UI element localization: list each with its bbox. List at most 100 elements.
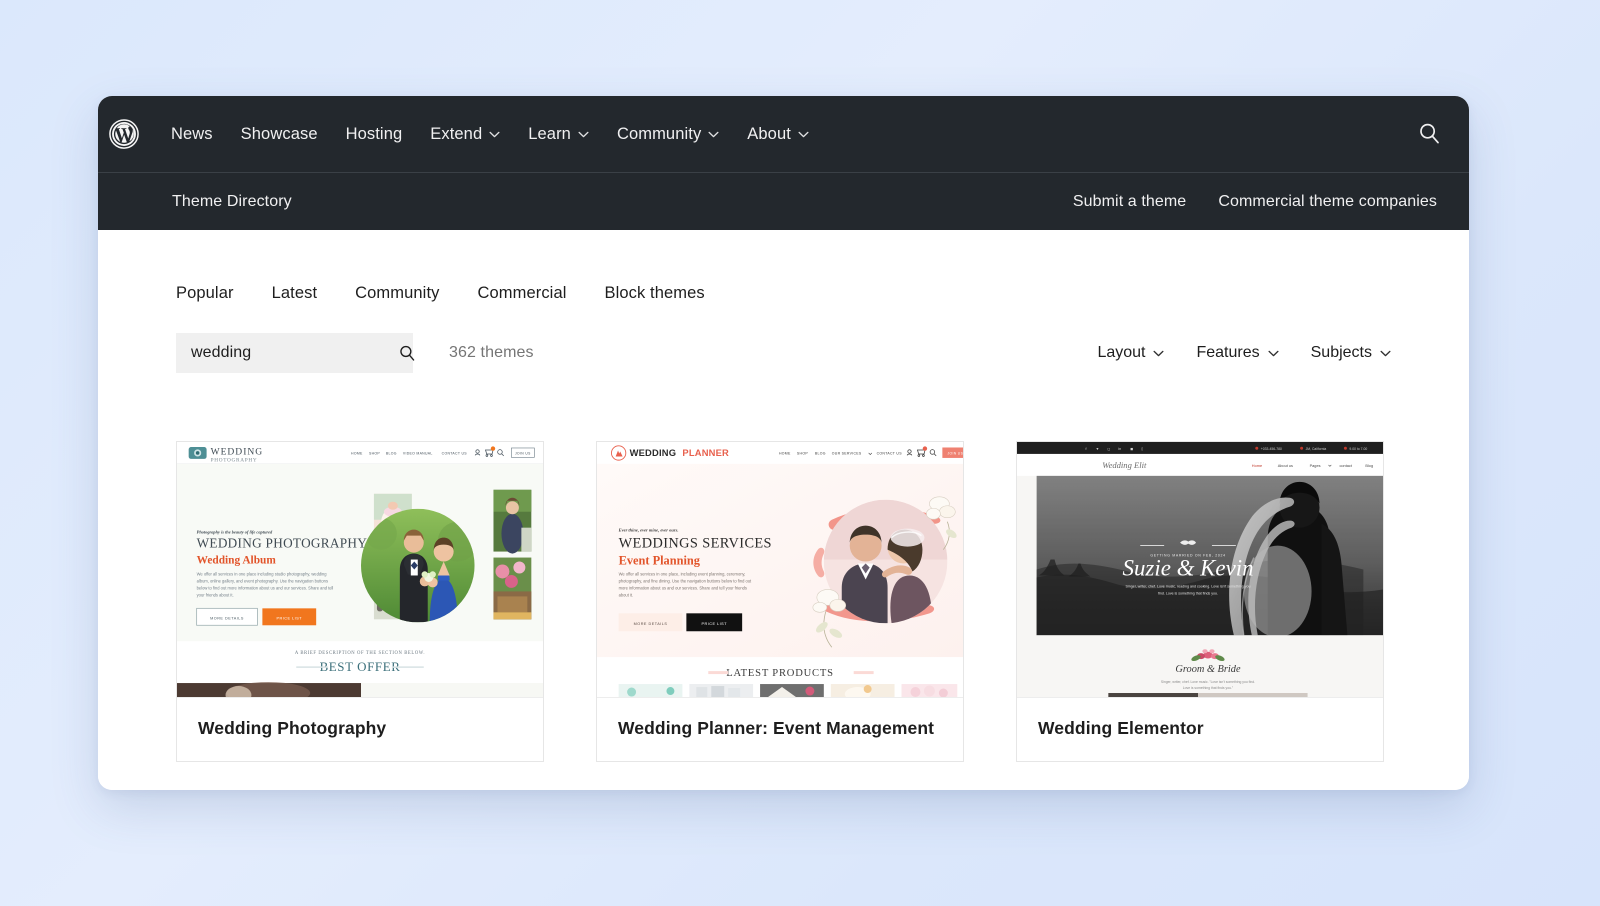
wordpress-logo-icon[interactable]: [109, 119, 139, 149]
nav-item-hosting[interactable]: Hosting: [332, 117, 417, 152]
svg-text:SHOP: SHOP: [369, 452, 380, 456]
svg-text:contact: contact: [1339, 463, 1352, 468]
nav-item-label: Learn: [528, 124, 571, 143]
svg-text:PRICE LIST: PRICE LIST: [277, 616, 303, 620]
chevron-down-icon: [1153, 350, 1165, 356]
theme-screenshot-wedding-planner: WEDDING PLANNER HOME SHOP BLOG OUR SERVI…: [597, 442, 963, 697]
filter-features[interactable]: Features: [1180, 338, 1294, 368]
svg-text:About us: About us: [1278, 463, 1293, 468]
svg-text:JOIN US: JOIN US: [515, 451, 531, 455]
nav-item-label: Showcase: [240, 124, 318, 143]
svg-text:your friends about it.: your friends about it.: [197, 592, 234, 597]
nav-item-about[interactable]: About: [733, 117, 823, 152]
theme-grid: WEDDING PHOTOGRAPHY HOME SHOP BLOG VIDEO…: [176, 441, 1391, 762]
svg-text:◻: ◻: [1107, 447, 1110, 451]
nav-item-showcase[interactable]: Showcase: [227, 117, 332, 152]
search-input[interactable]: [191, 344, 398, 362]
theme-card[interactable]: WEDDING PHOTOGRAPHY HOME SHOP BLOG VIDEO…: [176, 441, 544, 762]
global-nav-list: News Showcase Hosting Extend Learn Commu…: [157, 117, 1417, 152]
svg-text:Wedding Album: Wedding Album: [197, 555, 277, 567]
search-icon[interactable]: [1417, 121, 1443, 147]
svg-text:◼: ◼: [1130, 447, 1133, 451]
svg-text:BLOG: BLOG: [815, 452, 826, 456]
svg-text:MORE DETAILS: MORE DETAILS: [634, 622, 668, 626]
nav-item-label: Extend: [430, 124, 483, 143]
nav-item-label: Hosting: [345, 124, 403, 143]
theme-filter-tabs: Popular Latest Community Commercial Bloc…: [176, 230, 1391, 309]
theme-count-label: 362 themes: [449, 344, 534, 361]
tab-latest[interactable]: Latest: [253, 278, 337, 309]
svg-text:Photography is the beauty of l: Photography is the beauty of life captur…: [197, 530, 273, 535]
directory-title[interactable]: Theme Directory: [172, 193, 292, 211]
svg-text:A BRIEF DESCRIPTION OF THE SEC: A BRIEF DESCRIPTION OF THE SECTION BELOW…: [295, 651, 425, 656]
chevron-down-icon: [1268, 350, 1279, 356]
svg-text:Suzie & Kevin: Suzie & Kevin: [1123, 555, 1254, 580]
theme-preview-thumbnail: WEDDING PLANNER HOME SHOP BLOG OUR SERVI…: [597, 442, 963, 698]
svg-text:more information about us and: more information about us and our servic…: [619, 585, 747, 590]
theme-screenshot-wedding-elementor: f ♥ ◻ in ◼ ▯ +033-456-780 JM, California 9.0…: [1017, 442, 1383, 697]
submit-theme-link[interactable]: Submit a theme: [1073, 193, 1186, 211]
theme-preview-thumbnail: WEDDING PHOTOGRAPHY HOME SHOP BLOG VIDEO…: [177, 442, 543, 698]
svg-text:album, online gallery, and eve: album, online gallery, and event photogr…: [197, 578, 328, 583]
theme-card-title: Wedding Planner: Event Management: [618, 718, 935, 738]
svg-text:WEDDING PHOTOGRAPHY: WEDDING PHOTOGRAPHY: [197, 536, 368, 551]
svg-text:in: in: [1118, 447, 1121, 451]
chevron-down-icon: [489, 131, 500, 137]
chevron-down-icon: [1380, 350, 1391, 356]
svg-text:LATEST PRODUCTS: LATEST PRODUCTS: [726, 668, 834, 679]
svg-text:f: f: [1085, 447, 1086, 451]
theme-card[interactable]: WEDDING PLANNER HOME SHOP BLOG OUR SERVI…: [596, 441, 964, 762]
nav-item-label: News: [171, 124, 213, 143]
svg-text:Groom & Bride: Groom & Bride: [1175, 664, 1241, 675]
nav-item-community[interactable]: Community: [603, 117, 733, 152]
nav-item-extend[interactable]: Extend: [416, 117, 514, 152]
theme-preview-thumbnail: f ♥ ◻ in ◼ ▯ +033-456-780 JM, California 9.0…: [1017, 442, 1383, 698]
svg-text:We offer all services in one p: We offer all services in one place, incl…: [619, 571, 746, 576]
svg-text:Singer, writer, chef. Love mus: Singer, writer, chef. Love music. "Love …: [1161, 680, 1255, 684]
svg-text:Wedding Elit: Wedding Elit: [1102, 460, 1147, 470]
svg-text:MORE DETAILS: MORE DETAILS: [210, 616, 244, 620]
tab-block-themes[interactable]: Block themes: [586, 278, 724, 309]
chevron-down-icon: [578, 131, 589, 137]
theme-card-title: Wedding Elementor: [1038, 718, 1204, 738]
commercial-theme-companies-link[interactable]: Commercial theme companies: [1218, 193, 1437, 211]
directory-subheader: Theme Directory Submit a theme Commercia…: [98, 172, 1469, 230]
svg-text:HOME: HOME: [779, 452, 791, 456]
filter-dropdowns: Layout Features Subjects: [1081, 338, 1391, 368]
search-box[interactable]: [176, 333, 415, 373]
svg-text:PRICE LIST: PRICE LIST: [702, 622, 728, 626]
svg-text:+033-456-780: +033-456-780: [1261, 447, 1282, 451]
svg-text:SHOP: SHOP: [797, 452, 808, 456]
svg-text:Ever thine, ever mine, ever ou: Ever thine, ever mine, ever ours.: [618, 528, 679, 533]
filter-subjects[interactable]: Subjects: [1295, 338, 1391, 368]
svg-text:about it.: about it.: [619, 592, 634, 597]
svg-text:Blog: Blog: [1365, 463, 1373, 468]
browser-window: News Showcase Hosting Extend Learn Commu…: [98, 96, 1469, 790]
svg-text:WEDDINGS SERVICES: WEDDINGS SERVICES: [619, 536, 772, 552]
svg-text:Home: Home: [1252, 463, 1262, 468]
nav-item-news[interactable]: News: [157, 117, 227, 152]
svg-text:PHOTOGRAPHY: PHOTOGRAPHY: [211, 457, 258, 463]
svg-text:VIDEO MANUAL: VIDEO MANUAL: [403, 452, 433, 456]
svg-text:Pages: Pages: [1310, 463, 1321, 468]
svg-text:♥: ♥: [1096, 447, 1098, 451]
subheader-links: Submit a theme Commercial theme companie…: [1073, 193, 1437, 211]
filter-label: Features: [1196, 344, 1260, 361]
tab-community[interactable]: Community: [336, 278, 458, 309]
nav-item-learn[interactable]: Learn: [514, 117, 603, 152]
global-header: News Showcase Hosting Extend Learn Commu…: [98, 96, 1469, 172]
search-icon[interactable]: [398, 344, 417, 363]
tab-commercial[interactable]: Commercial: [458, 278, 585, 309]
search-toolbar: 362 themes Layout Features Subjects: [176, 333, 1391, 373]
theme-card-title: Wedding Photography: [198, 718, 387, 738]
svg-text:▯: ▯: [1141, 447, 1143, 451]
tab-popular[interactable]: Popular: [176, 278, 253, 309]
svg-text:WEDDING: WEDDING: [211, 446, 264, 457]
theme-card[interactable]: f ♥ ◻ in ◼ ▯ +033-456-780 JM, California 9.0…: [1016, 441, 1384, 762]
svg-text:WEDDING: WEDDING: [630, 448, 677, 458]
svg-text:We offer all services in one p: We offer all services in one place inclu…: [197, 571, 327, 576]
svg-text:find. Love is something that f: find. Love is something that finds you.: [1158, 591, 1218, 595]
filter-layout[interactable]: Layout: [1081, 338, 1180, 368]
nav-item-label: Community: [616, 124, 702, 143]
filter-label: Layout: [1097, 344, 1146, 361]
